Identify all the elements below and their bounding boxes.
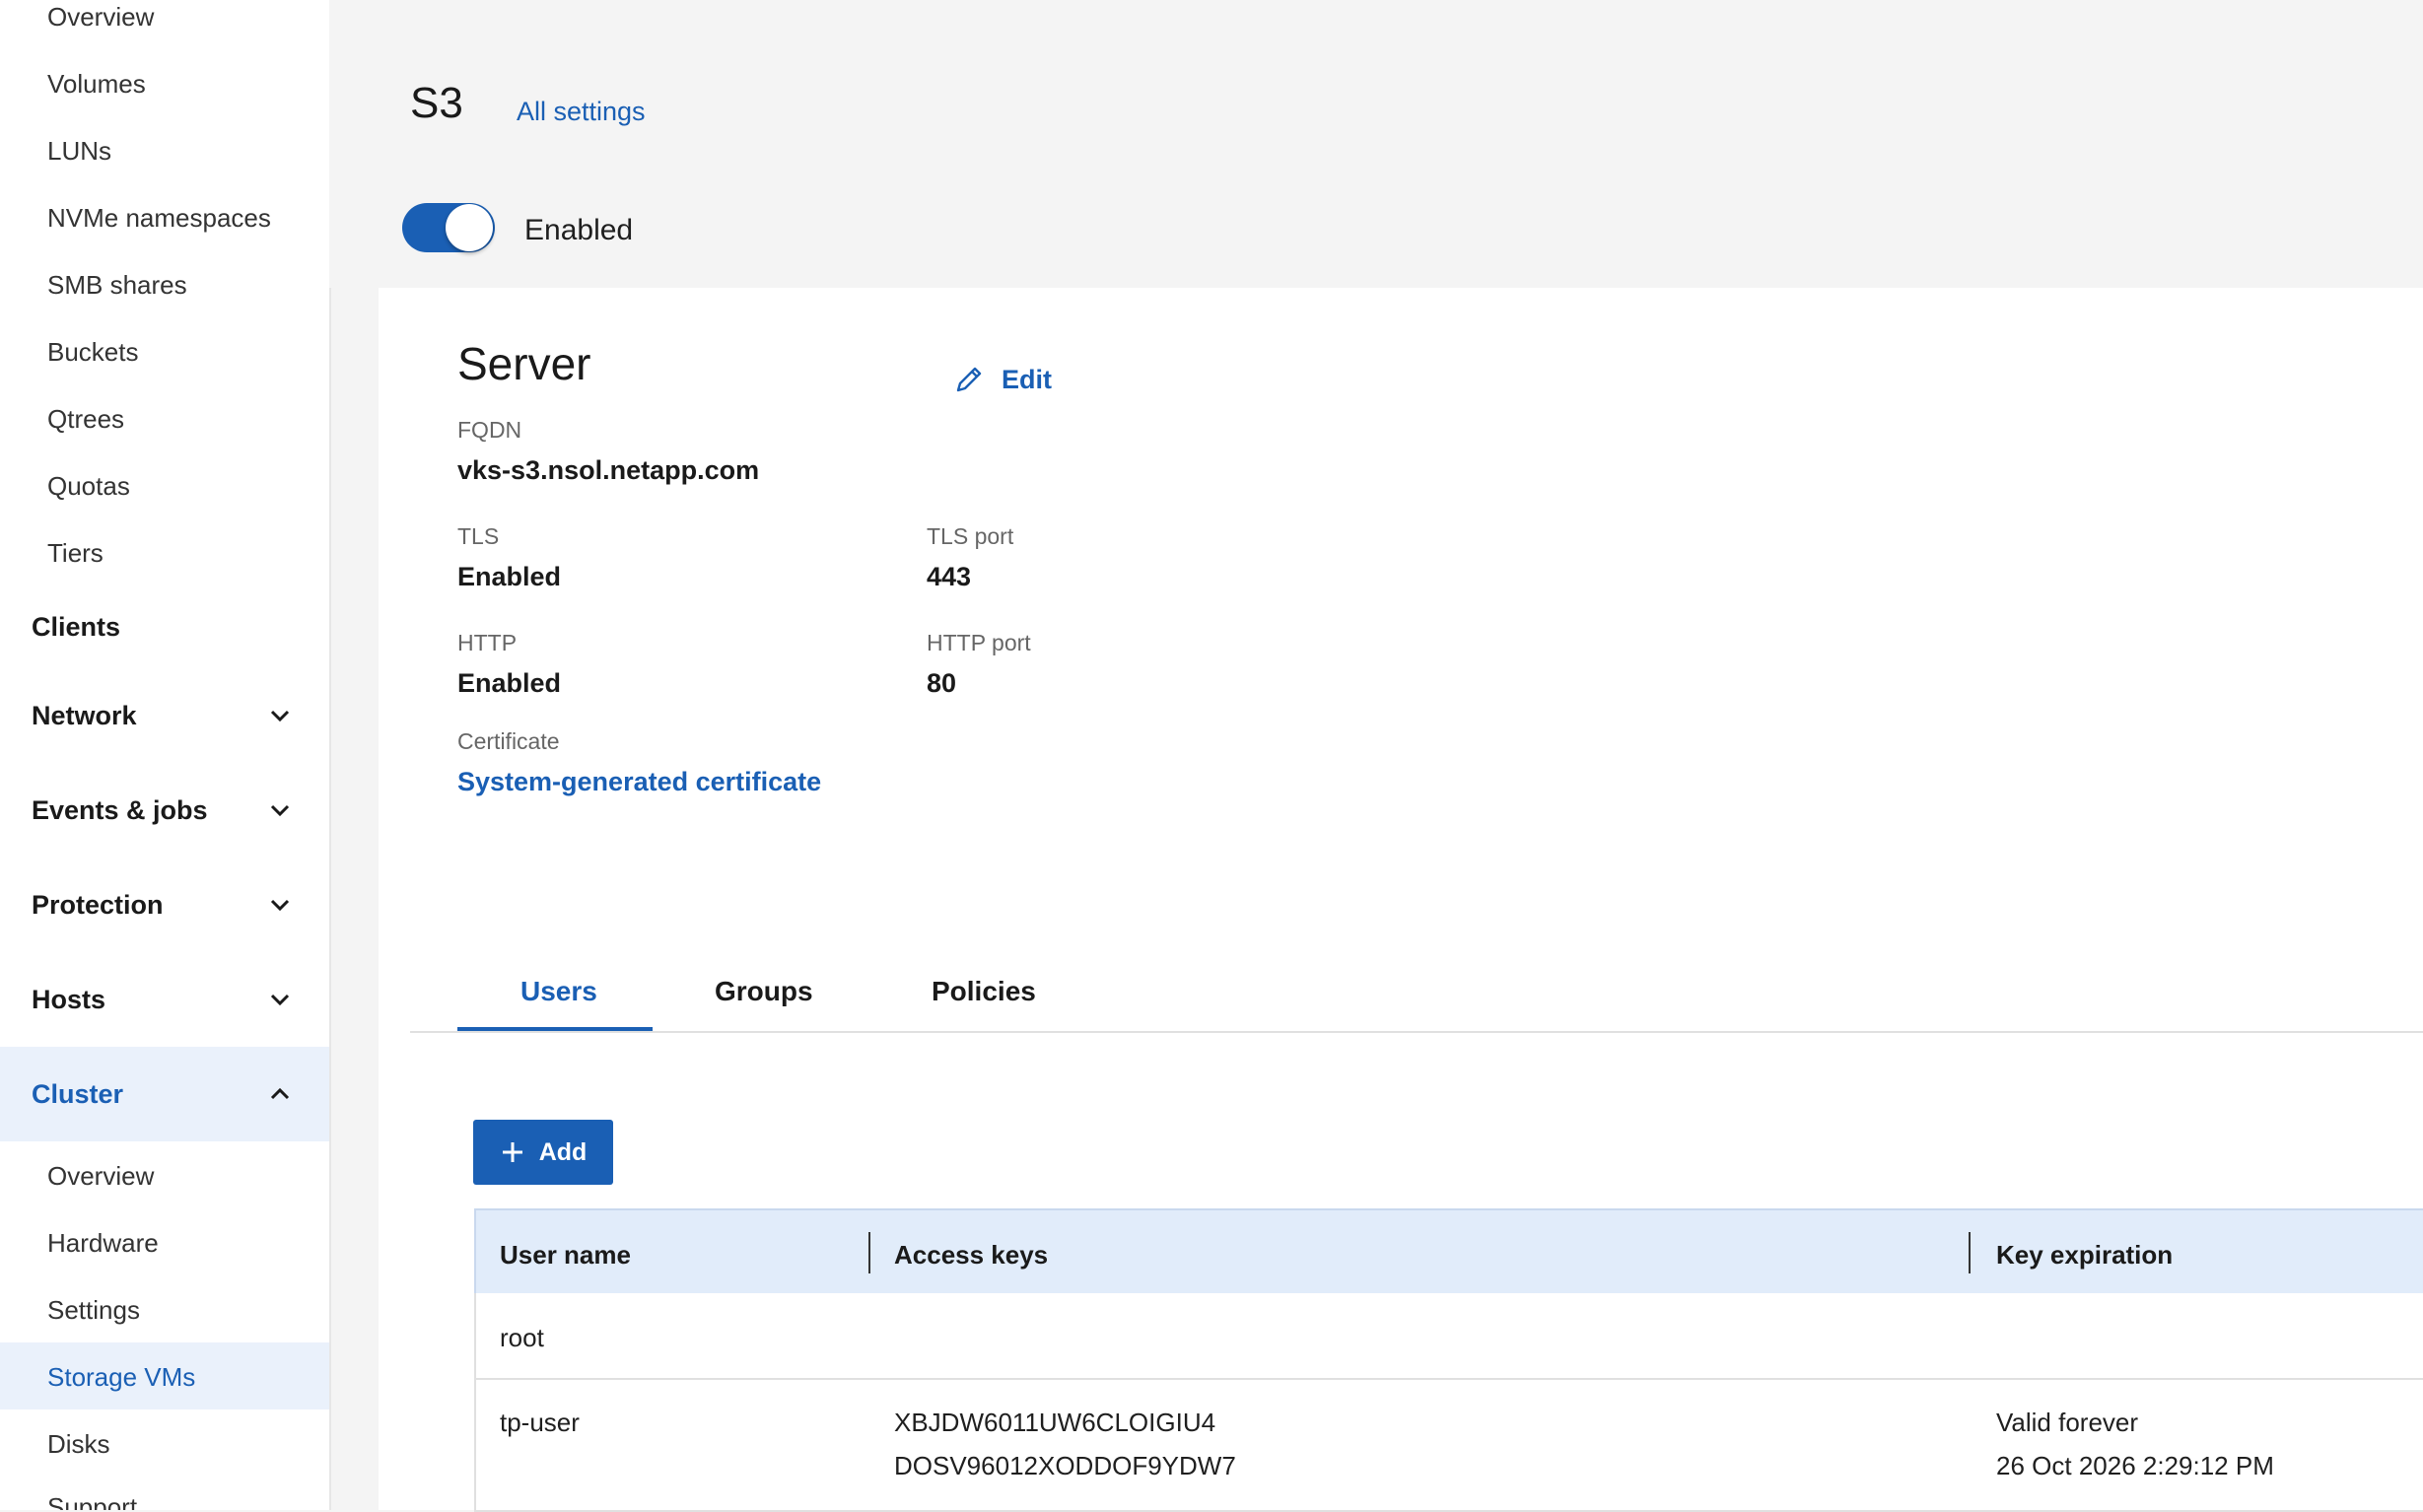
tab-users[interactable]: Users [520,976,597,1007]
toggle-knob [446,204,493,251]
fqdn-label: FQDN [457,417,522,443]
sidebar-item-nvme-namespaces[interactable]: NVMe namespaces [47,205,271,231]
http-value: Enabled [457,668,562,698]
sidebar-section-label: Protection [32,889,164,920]
chevron-down-icon [270,899,290,912]
certificate-label: Certificate [457,728,560,754]
sidebar-item-quotas[interactable]: Quotas [47,473,130,499]
edit-button[interactable]: Edit [952,363,1052,396]
http-port-label: HTTP port [927,630,1031,655]
sidebar-item-cluster-overview[interactable]: Overview [47,1163,154,1189]
tabs-bar [410,1031,2423,1033]
key-expiration-cell: 26 Oct 2026 2:29:12 PM [1996,1451,2274,1480]
sidebar-section-protection[interactable]: Protection [0,875,329,934]
plus-icon [502,1142,522,1162]
sidebar-section-label: Events & jobs [32,794,208,825]
active-tab-indicator [457,1027,653,1031]
sidebar-section-label: Cluster [32,1078,124,1109]
certificate-link[interactable]: System-generated certificate [457,767,821,797]
column-header-access-keys[interactable]: Access keys [894,1240,1048,1271]
sidebar-item-support[interactable]: Support [47,1494,137,1510]
sidebar-section-clients[interactable]: Clients [0,597,329,656]
table-header: User name Access keys Key expiration [474,1208,2423,1295]
tls-value: Enabled [457,562,562,591]
sidebar-item-disks[interactable]: Disks [47,1431,110,1457]
user-name-cell: root [500,1323,544,1352]
add-user-button[interactable]: Add [473,1120,613,1185]
toggle-label: Enabled [524,214,634,246]
table-row[interactable]: root [474,1293,2423,1380]
tls-port-label: TLS port [927,523,1014,549]
sidebar-item-smb-shares[interactable]: SMB shares [47,272,187,298]
sidebar-section-events-jobs[interactable]: Events & jobs [0,781,329,840]
column-divider[interactable] [868,1232,870,1273]
column-divider[interactable] [1969,1232,1971,1273]
chevron-down-icon [270,994,290,1006]
tab-groups[interactable]: Groups [715,976,813,1007]
chevron-down-icon [270,804,290,817]
sidebar-section-label: Network [32,700,137,730]
edit-label: Edit [1002,364,1052,394]
column-header-key-expiration[interactable]: Key expiration [1996,1240,2173,1271]
chevron-up-icon [270,1087,290,1100]
tls-port-value: 443 [927,562,972,591]
sidebar-item-settings[interactable]: Settings [47,1297,140,1323]
sidebar-section-label: Hosts [32,984,106,1014]
sidebar-section-label: Clients [32,611,121,642]
page-title: S3 [410,79,463,127]
sidebar-section-hosts[interactable]: Hosts [0,970,329,1029]
chevron-down-icon [270,710,290,722]
page-header [329,0,2423,288]
table-row[interactable]: tp-user XBJDW6011UW6CLOIGIU4 DOSV96012XO… [474,1380,2423,1512]
sidebar-item-hardware[interactable]: Hardware [47,1230,159,1256]
access-key-cell: DOSV96012XODDOF9YDW7 [894,1451,1236,1480]
sidebar: Overview Volumes LUNs NVMe namespaces SM… [0,0,331,1510]
server-heading: Server [457,338,591,389]
sidebar-item-storage-vms[interactable]: Storage VMs [47,1364,195,1390]
key-expiration-cell: Valid forever [1996,1408,2139,1437]
s3-enabled-toggle[interactable] [402,203,495,252]
tab-policies[interactable]: Policies [932,976,1036,1007]
tls-label: TLS [457,523,500,549]
sidebar-section-cluster[interactable]: Cluster [0,1047,329,1141]
add-label: Add [538,1137,588,1166]
sidebar-item-qtrees[interactable]: Qtrees [47,406,124,432]
sidebar-item-overview[interactable]: Overview [47,4,154,30]
sidebar-section-network[interactable]: Network [0,686,329,745]
access-key-cell: XBJDW6011UW6CLOIGIU4 [894,1408,1216,1437]
user-name-cell: tp-user [500,1408,580,1437]
fqdn-value: vks-s3.nsol.netapp.com [457,455,760,485]
http-port-value: 80 [927,668,957,698]
sidebar-item-tiers[interactable]: Tiers [47,540,104,566]
pencil-icon [956,367,982,392]
all-settings-link[interactable]: All settings [517,97,646,127]
sidebar-item-volumes[interactable]: Volumes [47,71,146,97]
column-header-user-name[interactable]: User name [500,1240,631,1271]
sidebar-item-buckets[interactable]: Buckets [47,339,139,365]
http-label: HTTP [457,630,518,655]
sidebar-item-luns[interactable]: LUNs [47,138,111,164]
